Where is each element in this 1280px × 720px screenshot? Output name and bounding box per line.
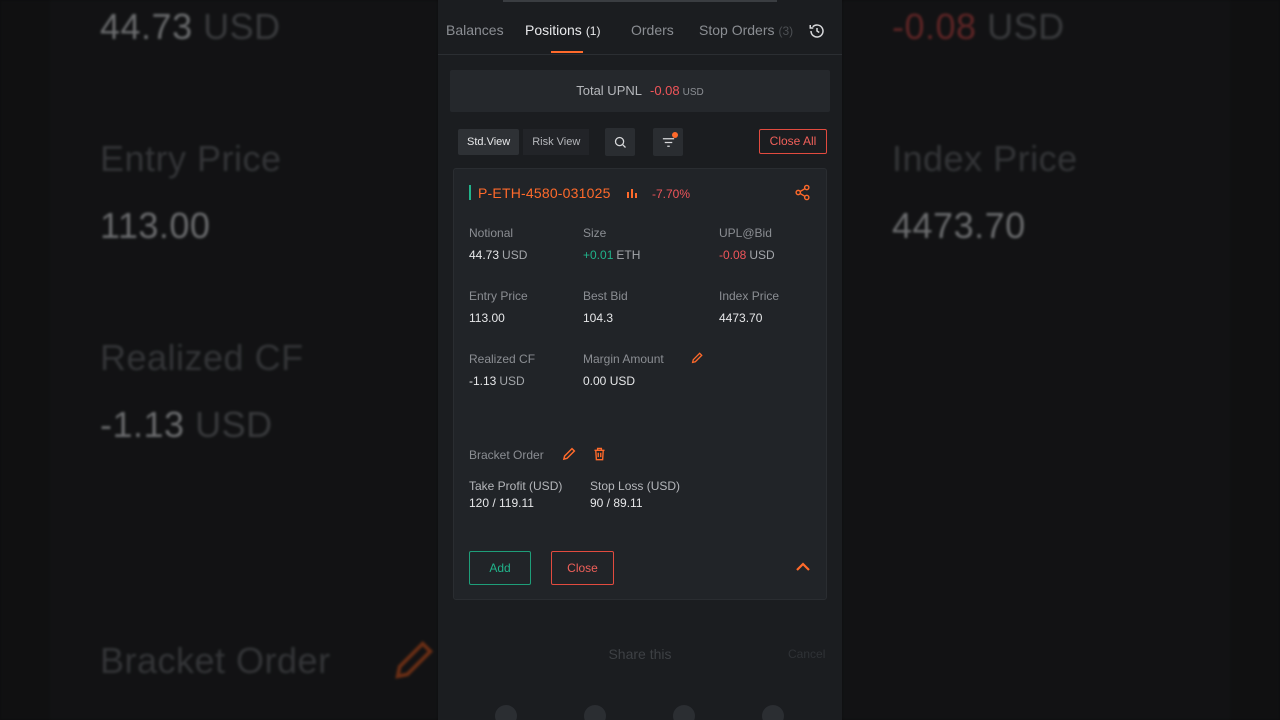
entry-price-value: 113.00 [469,311,505,325]
size-value: +0.01 ETH [583,248,641,262]
tab-bar: Balances Positions (1) Orders Stop Orders… [438,0,842,55]
size-label: Size [583,226,607,240]
delete-bracket-trash-icon[interactable] [592,446,607,462]
chevron-up-icon[interactable] [795,561,811,573]
chart-icon[interactable] [627,188,637,198]
notional-label: Notional [469,226,514,240]
bg-notional: 44.73 USD [100,6,281,47]
take-profit-value: 120 / 119.11 [469,496,534,510]
bracket-order-label: Bracket Order [469,448,544,462]
bg-pencil-icon [395,640,434,679]
index-price-label: Index Price [719,289,780,303]
active-tab-indicator [551,51,583,53]
share-icon[interactable] [794,184,811,201]
total-upnl-value: -0.08 [649,83,680,98]
margin-amount-value: 0.00 USD [583,374,636,388]
close-position-button[interactable]: Close [551,551,614,585]
index-price-value: 4473.70 [719,311,763,325]
close-all-button[interactable]: Close All [759,129,827,154]
edit-margin-pencil-icon[interactable] [691,351,704,364]
tab-stop-orders[interactable]: Stop Orders (3) [699,22,793,38]
tab-positions[interactable]: Positions (1) [525,22,600,38]
change-percent: -7.70% [652,187,691,201]
bg-entry-price-value: 113.00 [100,205,211,246]
take-profit-label: Take Profit (USD) [469,479,563,493]
notional-value: 44.73 USD [469,248,528,262]
phone-panel: Balances Positions (1) Orders Stop Orders… [438,0,842,720]
tab-balances[interactable]: Balances [446,22,504,38]
whatsapp-share-icon[interactable] [673,705,695,720]
filter-button[interactable] [653,128,683,156]
std-view-button[interactable]: Std.View [458,129,520,155]
bg-bracket-order-label: Bracket Order [100,640,331,681]
history-icon[interactable] [808,22,826,40]
entry-price-label: Entry Price [469,289,528,303]
bg-index-price-label: Index Price [892,138,1078,179]
telegram-share-icon[interactable] [762,705,784,720]
best-bid-value: 104.3 [583,311,614,325]
add-button[interactable]: Add [469,551,531,585]
upl-label: UPL@Bid [719,226,772,240]
share-sheet-title: Share this [608,646,672,662]
best-bid-label: Best Bid [583,289,628,303]
total-upnl-label: Total UPNL [576,83,642,98]
app-screen: 44.73 USD Entry Price 113.00 Realized CF… [0,0,1280,720]
filter-active-dot [672,132,678,138]
twitter-share-icon[interactable] [495,705,517,720]
total-upnl-unit: USD [682,87,704,98]
bg-entry-price-label: Entry Price [100,138,282,179]
search-button[interactable] [605,128,635,156]
stop-loss-value: 90 / 89.11 [590,496,643,510]
background-right-panel [842,0,1230,720]
stop-loss-label: Stop Loss (USD) [590,479,681,493]
symbol-side-marker [469,185,471,200]
edit-bracket-pencil-icon[interactable] [562,446,577,461]
facebook-share-icon[interactable] [584,705,606,720]
search-icon [614,136,626,148]
bg-upl: -0.08 USD [892,6,1065,47]
tab-orders[interactable]: Orders [631,22,674,38]
view-toggle: Std.View Risk View [458,129,590,155]
bg-realized-cf-value: -1.13 USD [100,404,273,445]
total-upnl-bar: Total UPNL -0.08 USD [450,70,830,112]
background-left: 44.73 USD Entry Price 113.00 Realized CF… [0,0,438,720]
share-cancel-button[interactable]: Cancel [788,647,825,661]
upl-value: -0.08 USD [719,248,775,262]
bg-realized-cf-label: Realized CF [100,337,304,378]
realized-cf-label: Realized CF [469,352,536,366]
background-right: -0.08 USD Index Price 4473.70 [842,0,1280,720]
position-symbol[interactable]: P-ETH-4580-031025 [478,185,611,201]
bg-index-price-value: 4473.70 [892,205,1026,246]
risk-view-button[interactable]: Risk View [523,129,590,155]
realized-cf-value: -1.13 USD [469,374,525,388]
margin-amount-label: Margin Amount [583,352,664,366]
